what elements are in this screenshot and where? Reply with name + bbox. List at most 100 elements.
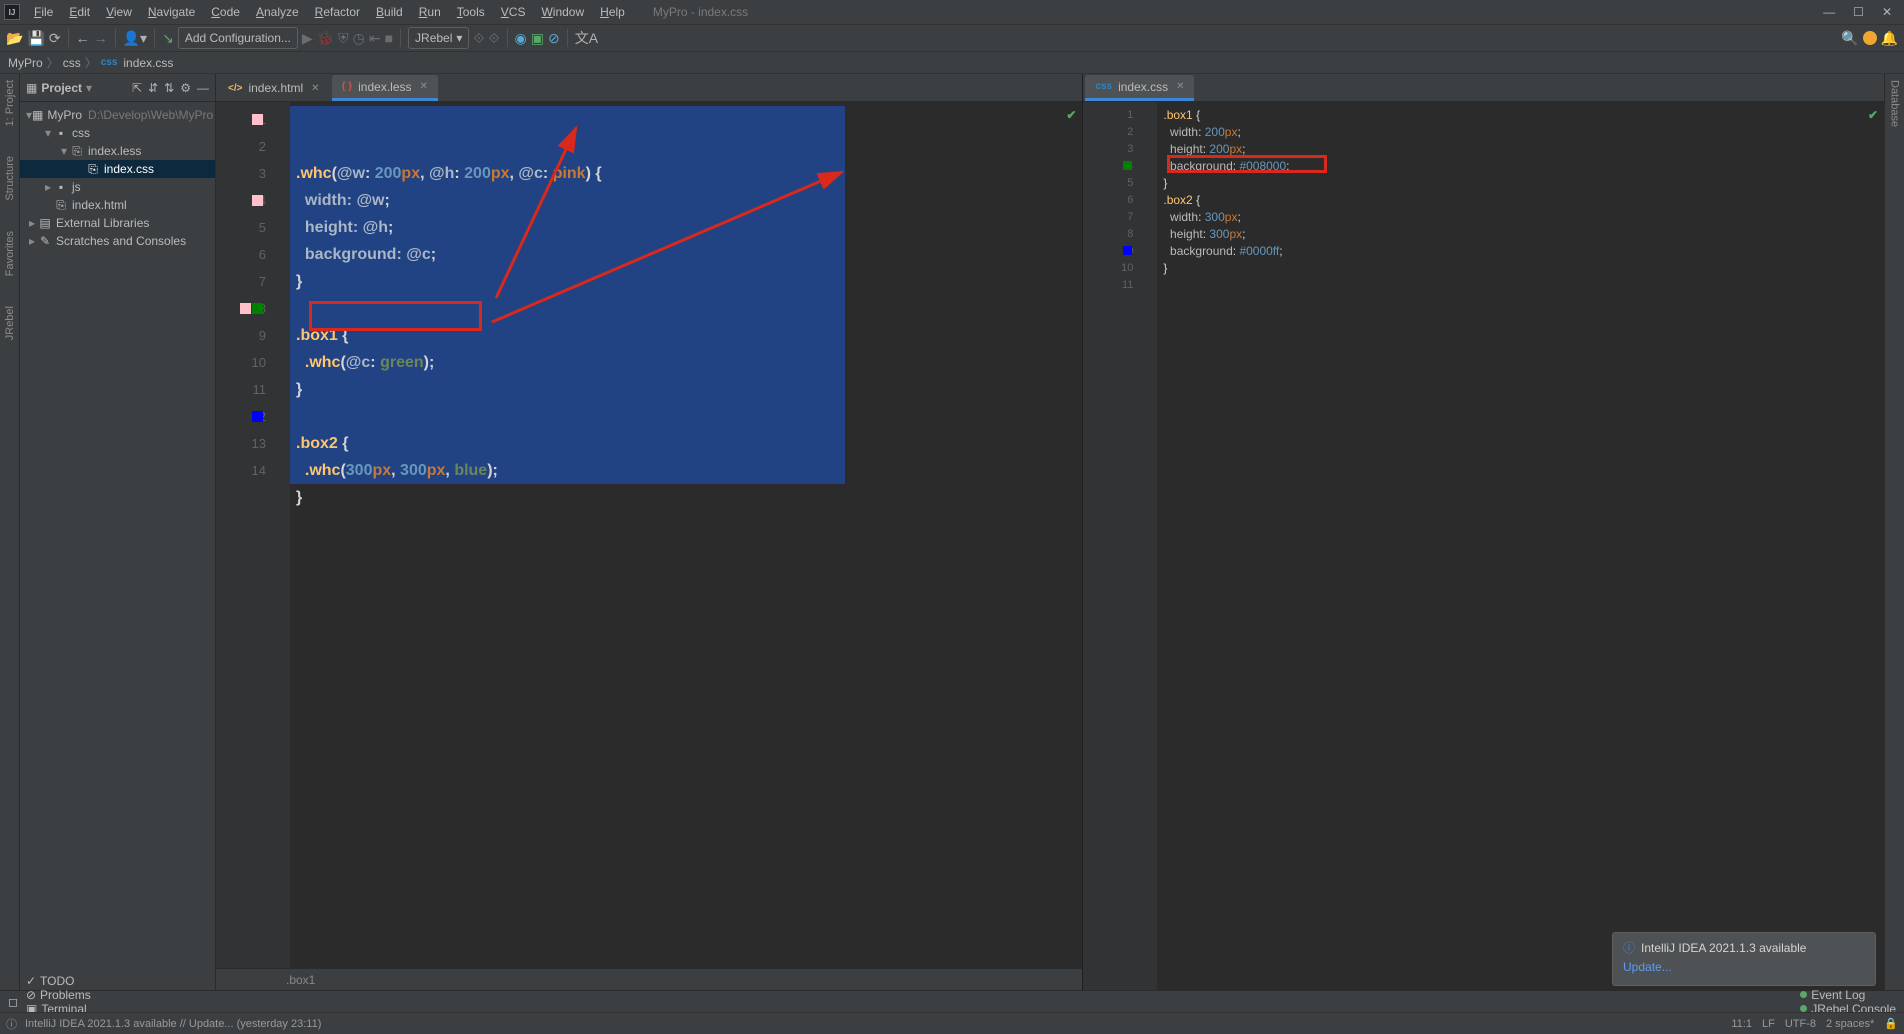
minimize-icon[interactable]: — xyxy=(1823,5,1835,19)
debug-icon[interactable]: 🐞 xyxy=(317,30,334,47)
tabs-right: cssindex.css✕ xyxy=(1083,74,1884,102)
tree-node[interactable]: ▸✎Scratches and Consoles xyxy=(20,232,215,250)
ide-update-icon[interactable] xyxy=(1863,31,1877,45)
line-sep[interactable]: LF xyxy=(1762,1018,1775,1030)
sync-icon[interactable]: ⟳ xyxy=(49,30,61,47)
hammer-icon[interactable]: ↘ xyxy=(162,30,174,47)
menu-view[interactable]: View xyxy=(98,3,140,21)
select-opened-icon[interactable]: ⇱ xyxy=(132,81,142,95)
update-notification[interactable]: ⓘIntelliJ IDEA 2021.1.3 available Update… xyxy=(1612,932,1876,986)
crumb-index.css[interactable]: index.css xyxy=(123,56,173,70)
tree-node[interactable]: ▾⎘index.less xyxy=(20,142,215,160)
jr-icon-2[interactable]: ⟐ xyxy=(488,30,499,47)
tab-index-css[interactable]: cssindex.css✕ xyxy=(1085,75,1194,101)
menu-vcs[interactable]: VCS xyxy=(493,3,534,21)
run-config-dropdown[interactable]: Add Configuration... xyxy=(178,27,298,49)
attach-icon[interactable]: ⇤ xyxy=(369,30,381,47)
left-tool-stripe: 1: Project Structure Favorites JRebel xyxy=(0,74,20,990)
info-icon: ⓘ xyxy=(1623,939,1635,956)
stripe-structure[interactable]: Structure xyxy=(4,156,16,201)
forward-icon[interactable]: → xyxy=(94,30,108,46)
tab-index-html[interactable]: </>index.html✕ xyxy=(218,75,330,101)
project-tree[interactable]: ▾▦MyProD:\Develop\Web\MyPro▾▪css▾⎘index.… xyxy=(20,102,215,254)
project-panel: ▦Project▾ ⇱ ⇵ ⇅ ⚙ — ▾▦MyProD:\Develop\We… xyxy=(20,74,216,990)
main-toolbar: 📂 💾 ⟳ ← → 👤▾ ↘ Add Configuration... ▶ 🐞 … xyxy=(0,24,1904,52)
jr-icon-1[interactable]: ⟐ xyxy=(473,30,484,47)
toolwin-todo[interactable]: ✓TODO xyxy=(26,974,91,988)
menu-help[interactable]: Help xyxy=(592,3,633,21)
menu-window[interactable]: Window xyxy=(533,3,592,21)
circle-icon-2[interactable]: ▣ xyxy=(531,30,544,47)
menu-run[interactable]: Run xyxy=(411,3,449,21)
window-title: MyPro - index.css xyxy=(633,5,1823,19)
toolwin-problems[interactable]: ⊘Problems xyxy=(26,988,91,1002)
collapse-all-icon[interactable]: ⇅ xyxy=(164,81,174,95)
code-left[interactable]: 1234567891011121314 .whc(@w: 200px, @h: … xyxy=(216,102,1082,968)
stripe-project[interactable]: 1: Project xyxy=(4,80,16,126)
menu-build[interactable]: Build xyxy=(368,3,411,21)
run-icon[interactable]: ▶ xyxy=(302,30,313,47)
coverage-icon[interactable]: ⛨ xyxy=(338,30,349,47)
app-icon: IJ xyxy=(4,4,20,20)
hide-icon[interactable]: — xyxy=(197,81,209,95)
menu-edit[interactable]: Edit xyxy=(61,3,98,21)
window-controls: — ☐ ✕ xyxy=(1823,5,1900,19)
avatar-icon[interactable]: 👤▾ xyxy=(123,30,147,47)
inspection-ok-icon[interactable]: ✔ xyxy=(1868,108,1878,122)
inspection-ok-icon[interactable]: ✔ xyxy=(1066,108,1076,122)
jr-status-icon[interactable]: 🔔 xyxy=(1881,30,1898,47)
expand-all-icon[interactable]: ⇵ xyxy=(148,81,158,95)
circle-icon-3[interactable]: ⊘ xyxy=(548,30,560,47)
close-tab-icon[interactable]: ✕ xyxy=(1176,81,1184,92)
menu-navigate[interactable]: Navigate xyxy=(140,3,203,21)
stripe-database[interactable]: Database xyxy=(1889,80,1901,127)
open-icon[interactable]: 📂 xyxy=(6,30,23,47)
maximize-icon[interactable]: ☐ xyxy=(1853,5,1864,19)
code-right[interactable]: 1234567891011 .box1 { width: 200px; heig… xyxy=(1083,102,1884,990)
translate-icon[interactable]: 文A xyxy=(575,28,598,48)
status-bar: ⓘ IntelliJ IDEA 2021.1.3 available // Up… xyxy=(0,1012,1904,1034)
crumb-css[interactable]: css xyxy=(63,56,81,70)
tab-index-less[interactable]: { }index.less✕ xyxy=(332,75,438,101)
circle-icon-1[interactable]: ◉ xyxy=(515,30,527,47)
project-panel-title: Project xyxy=(41,81,82,95)
editor-breadcrumb: .box1 xyxy=(216,968,1082,990)
menu-tools[interactable]: Tools xyxy=(449,3,493,21)
tree-node[interactable]: ▸▪js xyxy=(20,178,215,196)
editor-right: cssindex.css✕ 1234567891011 .box1 { widt… xyxy=(1083,74,1884,990)
jrebel-dropdown[interactable]: JRebel▾ xyxy=(408,27,469,49)
profile-icon[interactable]: ◷ xyxy=(353,30,365,47)
close-tab-icon[interactable]: ✕ xyxy=(311,83,319,94)
save-icon[interactable]: 💾 xyxy=(27,30,44,47)
gear-icon[interactable]: ⚙ xyxy=(180,81,191,95)
search-icon[interactable]: 🔍 xyxy=(1841,30,1858,47)
status-message[interactable]: IntelliJ IDEA 2021.1.3 available // Upda… xyxy=(25,1018,321,1030)
close-icon[interactable]: ✕ xyxy=(1882,5,1892,19)
breadcrumb: MyPro〉css〉cssindex.css xyxy=(0,52,1904,74)
menu-code[interactable]: Code xyxy=(203,3,248,21)
toolwin-toggle-icon[interactable]: ◻ xyxy=(8,995,18,1009)
menu-file[interactable]: File xyxy=(26,3,61,21)
bottom-tool-bar: ◻ ✓TODO⊘Problems▣Terminal◷Profiler Event… xyxy=(0,990,1904,1012)
project-panel-header: ▦Project▾ ⇱ ⇵ ⇅ ⚙ — xyxy=(20,74,215,102)
tree-node[interactable]: ▾▪css xyxy=(20,124,215,142)
tree-node[interactable]: ⎘index.css xyxy=(20,160,215,178)
indent[interactable]: 2 spaces* xyxy=(1826,1018,1874,1030)
main-menu: FileEditViewNavigateCodeAnalyzeRefactorB… xyxy=(26,3,633,21)
readonly-icon[interactable]: 🔒 xyxy=(1884,1017,1898,1030)
encoding[interactable]: UTF-8 xyxy=(1785,1018,1816,1030)
close-tab-icon[interactable]: ✕ xyxy=(420,81,428,92)
stripe-favorites[interactable]: Favorites xyxy=(4,231,16,276)
tree-node[interactable]: ⎘index.html xyxy=(20,196,215,214)
editor-left: </>index.html✕{ }index.less✕ 12345678910… xyxy=(216,74,1083,990)
stripe-jrebel[interactable]: JRebel xyxy=(4,306,16,340)
crumb-mypro[interactable]: MyPro xyxy=(8,56,43,70)
stop-icon[interactable]: ■ xyxy=(385,30,393,46)
tree-node[interactable]: ▸▤External Libraries xyxy=(20,214,215,232)
tree-node[interactable]: ▾▦MyProD:\Develop\Web\MyPro xyxy=(20,106,215,124)
menu-refactor[interactable]: Refactor xyxy=(307,3,368,21)
caret-pos[interactable]: 11:1 xyxy=(1731,1018,1752,1030)
update-link[interactable]: Update... xyxy=(1623,960,1865,974)
back-icon[interactable]: ← xyxy=(76,30,90,46)
menu-analyze[interactable]: Analyze xyxy=(248,3,307,21)
